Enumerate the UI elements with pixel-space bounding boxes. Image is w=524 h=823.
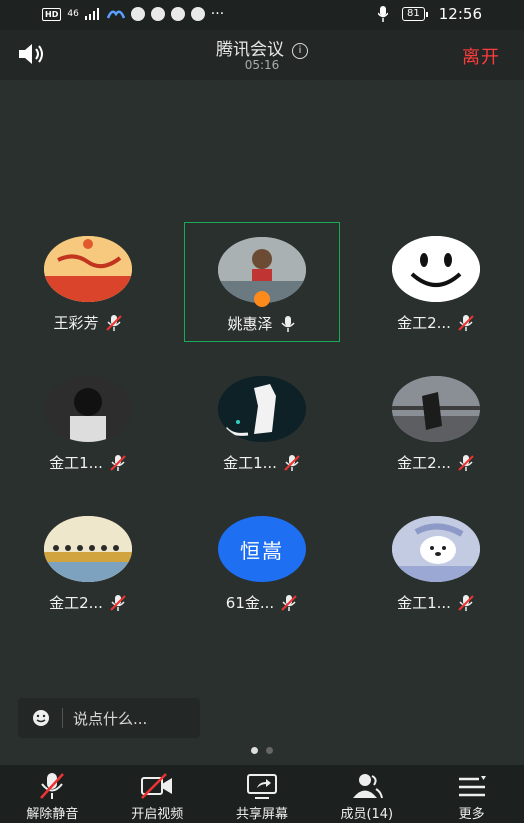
more-label: 更多 bbox=[458, 807, 485, 822]
meeting-title-text: 腾讯会议 bbox=[216, 40, 284, 60]
signal-icon bbox=[84, 8, 99, 20]
app-icon bbox=[106, 10, 125, 19]
host-icon bbox=[254, 291, 270, 307]
participant-tile[interactable]: 金工1... bbox=[358, 502, 514, 622]
participant-tile[interactable]: 金工2... bbox=[10, 502, 166, 622]
unmute-label: 解除静音 bbox=[26, 807, 79, 822]
members-label: 成员(14) bbox=[340, 807, 394, 822]
start-video-label: 开启视频 bbox=[131, 807, 184, 822]
participant-tile[interactable]: 金工2... bbox=[358, 362, 514, 482]
message-icon bbox=[170, 7, 185, 21]
participant-name: 金工1... bbox=[49, 454, 103, 472]
info-icon[interactable]: i bbox=[292, 43, 308, 59]
chat-placeholder: 说点什么... bbox=[73, 709, 148, 728]
text-avatar: 恒嵩 bbox=[218, 516, 306, 582]
mic-muted-icon bbox=[458, 594, 474, 611]
participant-tile[interactable]: 恒嵩 61金... bbox=[184, 502, 340, 622]
battery-icon: 81 bbox=[402, 7, 428, 21]
meeting-title[interactable]: 腾讯会议 i bbox=[0, 35, 524, 60]
mic-muted-icon bbox=[40, 773, 65, 799]
start-video-button[interactable]: 开启视频 bbox=[105, 765, 210, 823]
mic-active-icon bbox=[280, 315, 295, 332]
participant-tile-active[interactable]: 姚惠泽 bbox=[184, 222, 340, 342]
participant-name: 金工1... bbox=[397, 594, 451, 612]
menu-icon bbox=[458, 776, 486, 797]
chat-icon bbox=[130, 7, 145, 21]
share-screen-icon bbox=[246, 774, 277, 799]
avatar bbox=[392, 516, 480, 582]
participant-name: 金工1... bbox=[223, 454, 277, 472]
meeting-header: 腾讯会议 i 05:16 离开 bbox=[0, 30, 524, 80]
avatar-image-icon bbox=[44, 376, 132, 442]
members-icon bbox=[352, 774, 383, 799]
clock: 12:56 bbox=[438, 5, 482, 23]
avatar-image-icon bbox=[44, 236, 132, 302]
avatar bbox=[44, 516, 132, 582]
mic-muted-icon bbox=[281, 594, 297, 611]
status-bar: HD 46 ··· 81 12:56 bbox=[0, 0, 524, 30]
avatar-image-icon bbox=[392, 376, 480, 442]
participant-tile[interactable]: 金工2... bbox=[358, 222, 514, 342]
participant-name: 61金... bbox=[225, 594, 275, 612]
mic-muted-icon bbox=[458, 314, 474, 331]
chat-input[interactable]: 说点什么... bbox=[18, 698, 200, 738]
participant-name: 金工2... bbox=[397, 454, 451, 472]
network-type: 46 bbox=[67, 8, 79, 19]
leave-button[interactable]: 离开 bbox=[462, 43, 500, 69]
bottom-toolbar: 解除静音 开启视频 共享屏幕 成员(14) 更多 bbox=[0, 765, 524, 823]
participant-name: 金工2... bbox=[397, 314, 451, 332]
smiley-icon bbox=[392, 236, 480, 302]
avatar-text: 恒嵩 bbox=[240, 538, 284, 563]
mail-icon bbox=[190, 7, 205, 21]
mic-icon bbox=[378, 6, 389, 22]
participant-tile[interactable]: 金工1... bbox=[10, 362, 166, 482]
page-dot[interactable] bbox=[266, 747, 273, 754]
video-off-icon bbox=[141, 773, 173, 799]
camera-icon bbox=[150, 7, 165, 21]
avatar bbox=[392, 236, 480, 302]
mic-muted-icon bbox=[110, 454, 126, 471]
unmute-button[interactable]: 解除静音 bbox=[0, 765, 105, 823]
share-screen-label: 共享屏幕 bbox=[235, 807, 288, 822]
mic-muted-icon bbox=[105, 314, 122, 331]
group-photo-icon bbox=[44, 516, 132, 582]
cartoon-cat-icon bbox=[218, 376, 306, 442]
mic-muted-icon bbox=[458, 454, 474, 471]
cartoon-bear-icon bbox=[392, 516, 480, 582]
page-dot-active[interactable] bbox=[251, 747, 258, 754]
mic-muted-icon bbox=[284, 454, 300, 471]
more-icon: ··· bbox=[210, 6, 225, 22]
participant-tile[interactable]: 金工1... bbox=[184, 362, 340, 482]
avatar bbox=[392, 376, 480, 442]
members-button[interactable]: 成员(14) bbox=[314, 765, 419, 823]
participant-tile[interactable]: 王彩芳 bbox=[10, 222, 166, 342]
meeting-timer: 05:16 bbox=[244, 58, 280, 72]
participant-name: 姚惠泽 bbox=[227, 315, 273, 333]
avatar bbox=[44, 376, 132, 442]
participant-name: 王彩芳 bbox=[53, 314, 99, 332]
emoji-icon[interactable] bbox=[32, 709, 50, 727]
share-screen-button[interactable]: 共享屏幕 bbox=[210, 765, 315, 823]
hd-badge: HD bbox=[42, 7, 62, 21]
avatar bbox=[218, 376, 306, 442]
page-indicator bbox=[0, 747, 524, 754]
more-button[interactable]: 更多 bbox=[419, 765, 524, 823]
participant-name: 金工2... bbox=[49, 594, 103, 612]
avatar bbox=[44, 236, 132, 302]
mic-muted-icon bbox=[110, 594, 126, 611]
divider bbox=[62, 708, 63, 728]
